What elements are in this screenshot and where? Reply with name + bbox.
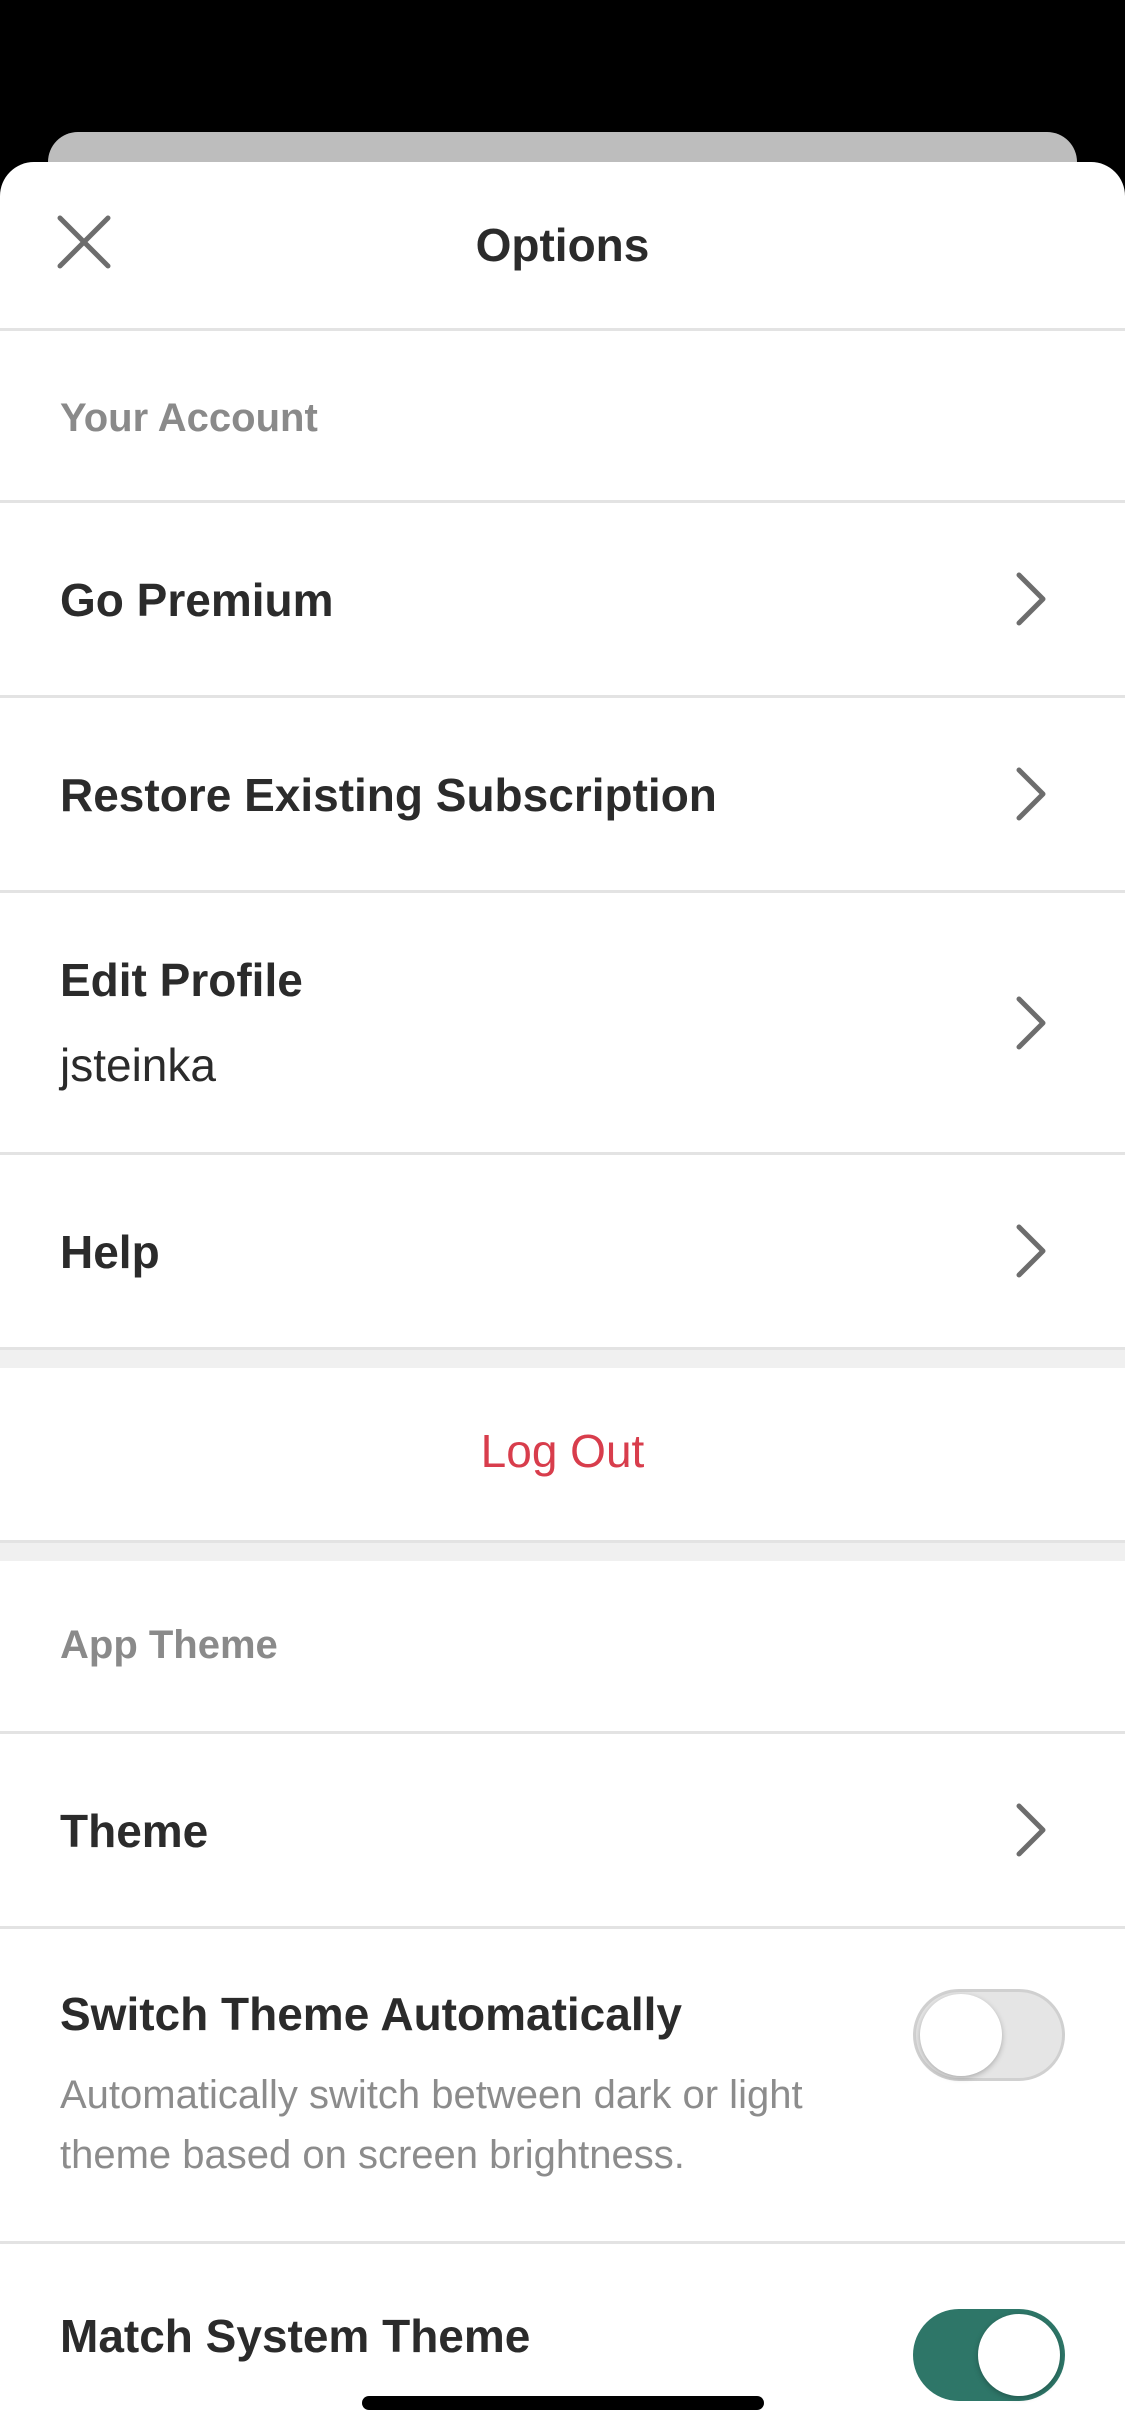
toggle-knob — [920, 1994, 1002, 2076]
page-title: Options — [475, 219, 650, 271]
menu-item-help[interactable]: Help — [0, 1155, 1125, 1350]
section-header-theme: App Theme — [0, 1561, 1125, 1734]
chevron-right-icon — [1016, 1224, 1046, 1278]
menu-item-go-premium[interactable]: Go Premium — [0, 503, 1125, 698]
options-sheet: Options Your Account Go Premium Restore … — [0, 162, 1125, 2436]
section-gap — [0, 1543, 1125, 1561]
menu-item-restore-subscription[interactable]: Restore Existing Subscription — [0, 698, 1125, 893]
toggle-knob — [978, 2314, 1060, 2396]
section-header-account: Your Account — [0, 331, 1125, 503]
switch-theme-automatically-toggle[interactable] — [913, 1989, 1065, 2081]
menu-item-label: Edit Profile — [60, 954, 303, 1006]
chevron-right-icon — [1016, 767, 1046, 821]
sheet-header: Options — [0, 162, 1125, 331]
menu-item-label: Go Premium — [60, 574, 334, 626]
menu-item-label: Help — [60, 1226, 160, 1278]
setting-label: Match System Theme — [60, 2310, 531, 2362]
match-system-theme-toggle[interactable] — [913, 2309, 1065, 2401]
logout-label: Log Out — [480, 1425, 645, 1477]
setting-description: Automatically switch between dark or lig… — [60, 2073, 803, 2177]
home-indicator[interactable] — [362, 2396, 764, 2410]
section-gap — [0, 1350, 1125, 1368]
chevron-right-icon — [1016, 996, 1046, 1050]
menu-item-label: Theme — [60, 1805, 209, 1857]
logout-button[interactable]: Log Out — [0, 1368, 1125, 1543]
close-icon — [57, 215, 111, 269]
menu-item-theme[interactable]: Theme — [0, 1734, 1125, 1929]
chevron-right-icon — [1016, 572, 1046, 626]
section-header-label: Your Account — [60, 396, 318, 440]
setting-switch-theme-automatically: Switch Theme Automatically Automatically… — [0, 1929, 1125, 2244]
section-header-label: App Theme — [60, 1623, 278, 1667]
close-button[interactable] — [44, 202, 124, 282]
setting-label: Switch Theme Automatically — [60, 1988, 682, 2040]
chevron-right-icon — [1016, 1803, 1046, 1857]
menu-item-label: Restore Existing Subscription — [60, 769, 717, 821]
username-label: jsteinka — [60, 1039, 216, 1091]
menu-item-edit-profile[interactable]: Edit Profile jsteinka — [0, 893, 1125, 1155]
